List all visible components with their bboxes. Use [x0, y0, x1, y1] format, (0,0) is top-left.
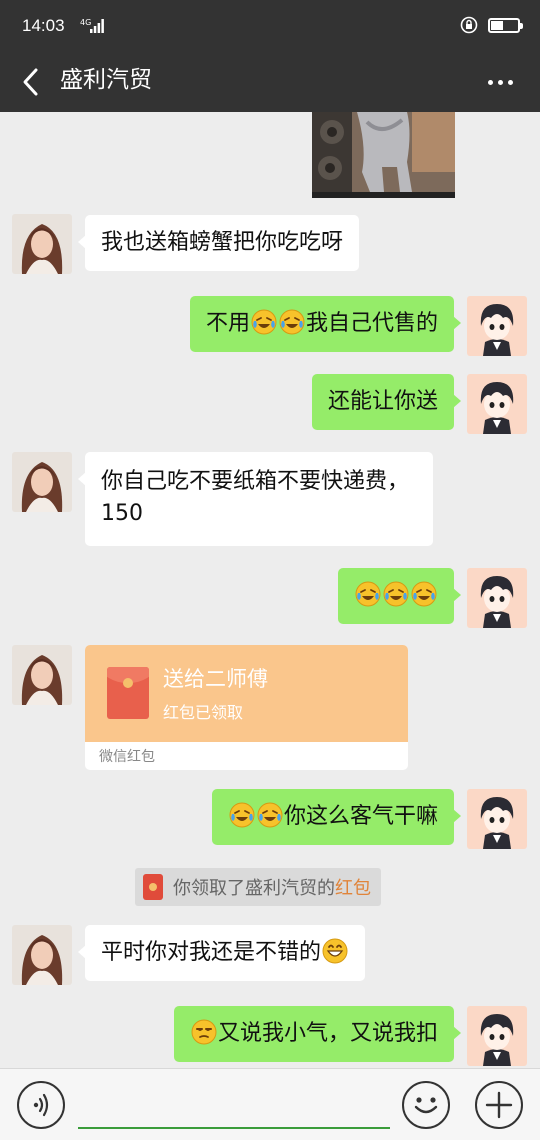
message-text: 不用	[205, 311, 250, 336]
woman-portrait-icon	[12, 925, 72, 985]
incoming-message[interactable]: 我也送箱螃蟹把你吃吃呀	[77, 215, 360, 271]
cat-photo-icon	[312, 112, 455, 198]
voice-input-button[interactable]	[17, 1081, 65, 1129]
message-text: 还能让你送	[327, 389, 438, 414]
chat-message-list[interactable]: 我也送箱螃蟹把你吃吃呀 不用 我自己代售的 还能让你送 你自己吃不要纸箱不要快递…	[0, 112, 540, 1068]
image-message[interactable]	[312, 112, 455, 198]
grinning-emoji	[322, 938, 348, 964]
more-options-button[interactable]	[478, 62, 522, 102]
red-envelope-icon	[143, 874, 163, 900]
crying-laughing-emoji	[257, 802, 283, 828]
crying-laughing-emoji	[355, 581, 381, 607]
crying-laughing-emoji	[383, 581, 409, 607]
red-envelope-icon	[107, 667, 149, 719]
my-avatar[interactable]	[467, 296, 527, 356]
red-packet-footer: 微信红包	[99, 749, 155, 765]
chat-title: 盛利汽贸	[60, 67, 152, 93]
more-dot-icon	[487, 79, 493, 85]
my-avatar[interactable]	[467, 374, 527, 434]
contact-avatar[interactable]	[12, 452, 72, 512]
cartoon-boy-icon	[467, 296, 527, 356]
back-button[interactable]	[14, 62, 54, 102]
red-packet-link[interactable]: 红包	[335, 874, 371, 900]
system-notice-text: 你领取了盛利汽贸的	[173, 878, 335, 899]
crying-laughing-emoji	[251, 309, 277, 335]
message-text: 我也送箱螃蟹把你吃吃呀	[101, 230, 344, 255]
red-packet-body: 送给二师傅 红包已领取	[85, 645, 408, 742]
my-avatar[interactable]	[467, 789, 527, 849]
more-dot-icon	[497, 79, 503, 85]
woman-portrait-icon	[12, 214, 72, 274]
status-bar: 14:03 4G	[0, 0, 540, 52]
red-packet-message[interactable]: 送给二师傅 红包已领取 微信红包	[85, 645, 408, 770]
input-bar	[0, 1068, 540, 1140]
chat-header: 盛利汽贸	[0, 52, 540, 112]
system-notice: 你领取了盛利汽贸的 红包	[135, 868, 381, 906]
outgoing-message[interactable]: 又说我小气，又说我扣	[173, 1006, 462, 1062]
outgoing-message[interactable]: 不用 我自己代售的	[189, 296, 462, 352]
cartoon-boy-icon	[467, 1006, 527, 1066]
unamused-emoji	[191, 1019, 217, 1045]
cartoon-boy-icon	[467, 789, 527, 849]
red-packet-title: 送给二师傅	[163, 667, 268, 691]
more-dot-icon	[507, 79, 513, 85]
incoming-message[interactable]: 你自己吃不要纸箱不要快递费， 150	[78, 452, 433, 546]
message-text: 又说我小气，又说我扣	[217, 1021, 438, 1046]
more-features-button[interactable]	[475, 1081, 523, 1129]
crying-laughing-emoji	[229, 802, 255, 828]
woman-portrait-icon	[12, 645, 72, 705]
my-avatar[interactable]	[467, 1006, 527, 1066]
message-text: 平时你对我还是不错的	[101, 940, 322, 965]
my-avatar[interactable]	[467, 568, 527, 628]
crying-laughing-emoji	[279, 309, 305, 335]
incoming-message[interactable]: 平时你对我还是不错的	[77, 925, 366, 981]
smiley-icon	[414, 1097, 438, 1114]
message-input[interactable]	[78, 1081, 390, 1129]
outgoing-message[interactable]: 你这么客气干嘛	[211, 789, 462, 845]
red-packet-status: 红包已领取	[163, 703, 244, 722]
battery-level	[491, 20, 503, 30]
cartoon-boy-icon	[467, 568, 527, 628]
signal-icon	[90, 19, 104, 33]
outgoing-message[interactable]	[338, 568, 461, 624]
battery-icon	[488, 17, 523, 33]
outgoing-message[interactable]: 还能让你送	[311, 374, 462, 430]
voice-icon	[33, 1093, 49, 1117]
emoji-button[interactable]	[402, 1081, 450, 1129]
woman-portrait-icon	[12, 452, 72, 512]
plus-icon	[485, 1091, 513, 1119]
contact-avatar[interactable]	[12, 214, 72, 274]
rotation-lock-icon	[460, 16, 478, 34]
contact-avatar[interactable]	[12, 645, 72, 705]
status-time: 14:03	[22, 16, 65, 35]
cartoon-boy-icon	[467, 374, 527, 434]
crying-laughing-emoji	[411, 581, 437, 607]
message-text: 150	[101, 501, 143, 526]
message-text: 你自己吃不要纸箱不要快递费，	[101, 469, 410, 494]
message-text: 你这么客气干嘛	[283, 804, 438, 829]
chevron-left-icon	[23, 68, 38, 96]
contact-avatar[interactable]	[12, 925, 72, 985]
message-text: 我自己代售的	[305, 311, 438, 336]
